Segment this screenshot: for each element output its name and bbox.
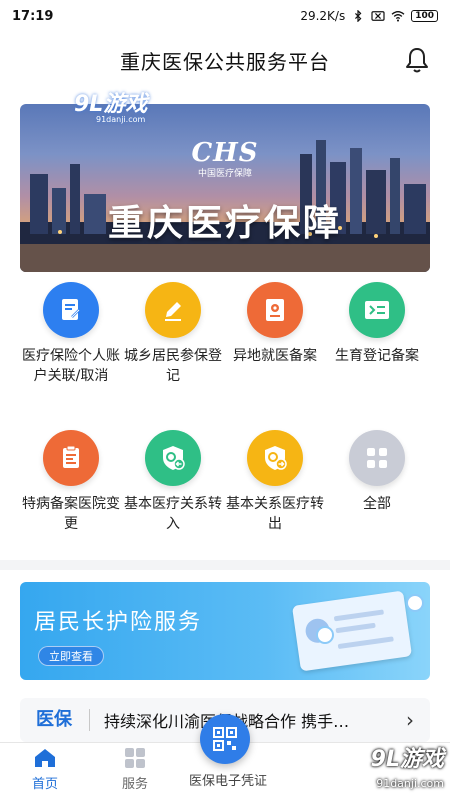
service-offsite-medical[interactable]: 异地就医备案 (224, 282, 326, 366)
service-label: 医疗保险个人账户关联/取消 (22, 348, 120, 384)
section-divider (0, 560, 450, 570)
service-label: 基本医疗关系转入 (124, 496, 222, 532)
chevron-right-icon[interactable]: › (406, 708, 430, 732)
tab-code-label[interactable]: 医保电子凭证 (178, 770, 278, 789)
battery-icon: 100 (411, 10, 438, 22)
service-grid-icon (125, 748, 145, 768)
tab-service-label: 服务 (121, 777, 148, 792)
service-label: 全部 (363, 496, 391, 512)
promo-view-button[interactable]: 立即查看 (38, 646, 104, 666)
network-speed: 29.2K/s (300, 9, 346, 23)
sim-off-icon (371, 11, 385, 21)
bell-icon[interactable] (404, 46, 430, 74)
chs-logo: CHS (191, 138, 259, 168)
service-special-disease-hospital[interactable]: 特病备案医院变更 (20, 430, 122, 534)
promo-banner[interactable]: 居民长护险服务 立即查看 (20, 582, 430, 680)
banner-title: 重庆医疗保障 (107, 203, 342, 244)
medical-insurance-code-button[interactable] (200, 714, 250, 764)
bluetooth-icon (355, 10, 362, 22)
service-account-link[interactable]: 医疗保险个人账户关联/取消 (20, 282, 122, 386)
hero-banner[interactable]: CHS 中国医疗保障 重庆医疗保障 (20, 104, 430, 272)
page-title: 重庆医保公共服务平台 (120, 49, 330, 74)
service-medical-transfer-in[interactable]: 基本医疗关系转入 (122, 430, 224, 534)
shield-transfer-in-icon (145, 430, 201, 486)
clipboard-edit-icon (43, 430, 99, 486)
coin-icon (316, 626, 334, 644)
service-resident-registration[interactable]: 城乡居民参保登记 (122, 282, 224, 386)
status-icons: 29.2K/s 100 (300, 9, 438, 23)
home-icon (35, 749, 55, 767)
insurance-card-illustration (291, 590, 413, 672)
brand-watermark: 9L游戏 91danji.com (370, 747, 444, 791)
site-watermark: 9L游戏 91danji.com (74, 92, 148, 124)
service-label: 特病备案医院变更 (22, 496, 120, 532)
tab-home-label: 首页 (31, 777, 58, 792)
id-card-icon (349, 282, 405, 338)
status-bar: 17:19 29.2K/s 100 (0, 0, 450, 32)
qr-code-icon (213, 727, 237, 751)
service-birth-registration[interactable]: 生育登记备案 (326, 282, 428, 366)
tab-service[interactable]: 服务 (90, 747, 180, 792)
service-label: 异地就医备案 (233, 348, 317, 364)
chs-logo-subtitle: 中国医疗保障 (197, 169, 252, 179)
wifi-icon (391, 11, 405, 22)
service-medical-transfer-out[interactable]: 基本关系医疗转出 (224, 430, 326, 534)
tab-home[interactable]: 首页 (0, 747, 90, 792)
news-tag: 医保 (20, 709, 90, 731)
coin-icon (406, 594, 424, 612)
service-label: 城乡居民参保登记 (124, 348, 222, 384)
edit-pencil-icon (145, 282, 201, 338)
app-header: 重庆医保公共服务平台 (0, 38, 450, 82)
grid-all-icon (349, 430, 405, 486)
shield-transfer-out-icon (247, 430, 303, 486)
location-card-icon (247, 282, 303, 338)
city-skyline-image (20, 140, 430, 272)
service-all[interactable]: 全部 (326, 430, 428, 514)
document-link-icon (43, 282, 99, 338)
promo-title: 居民长护险服务 (34, 610, 203, 635)
service-label: 生育登记备案 (335, 348, 419, 364)
service-label: 基本关系医疗转出 (226, 496, 324, 532)
status-time: 17:19 (12, 8, 54, 24)
